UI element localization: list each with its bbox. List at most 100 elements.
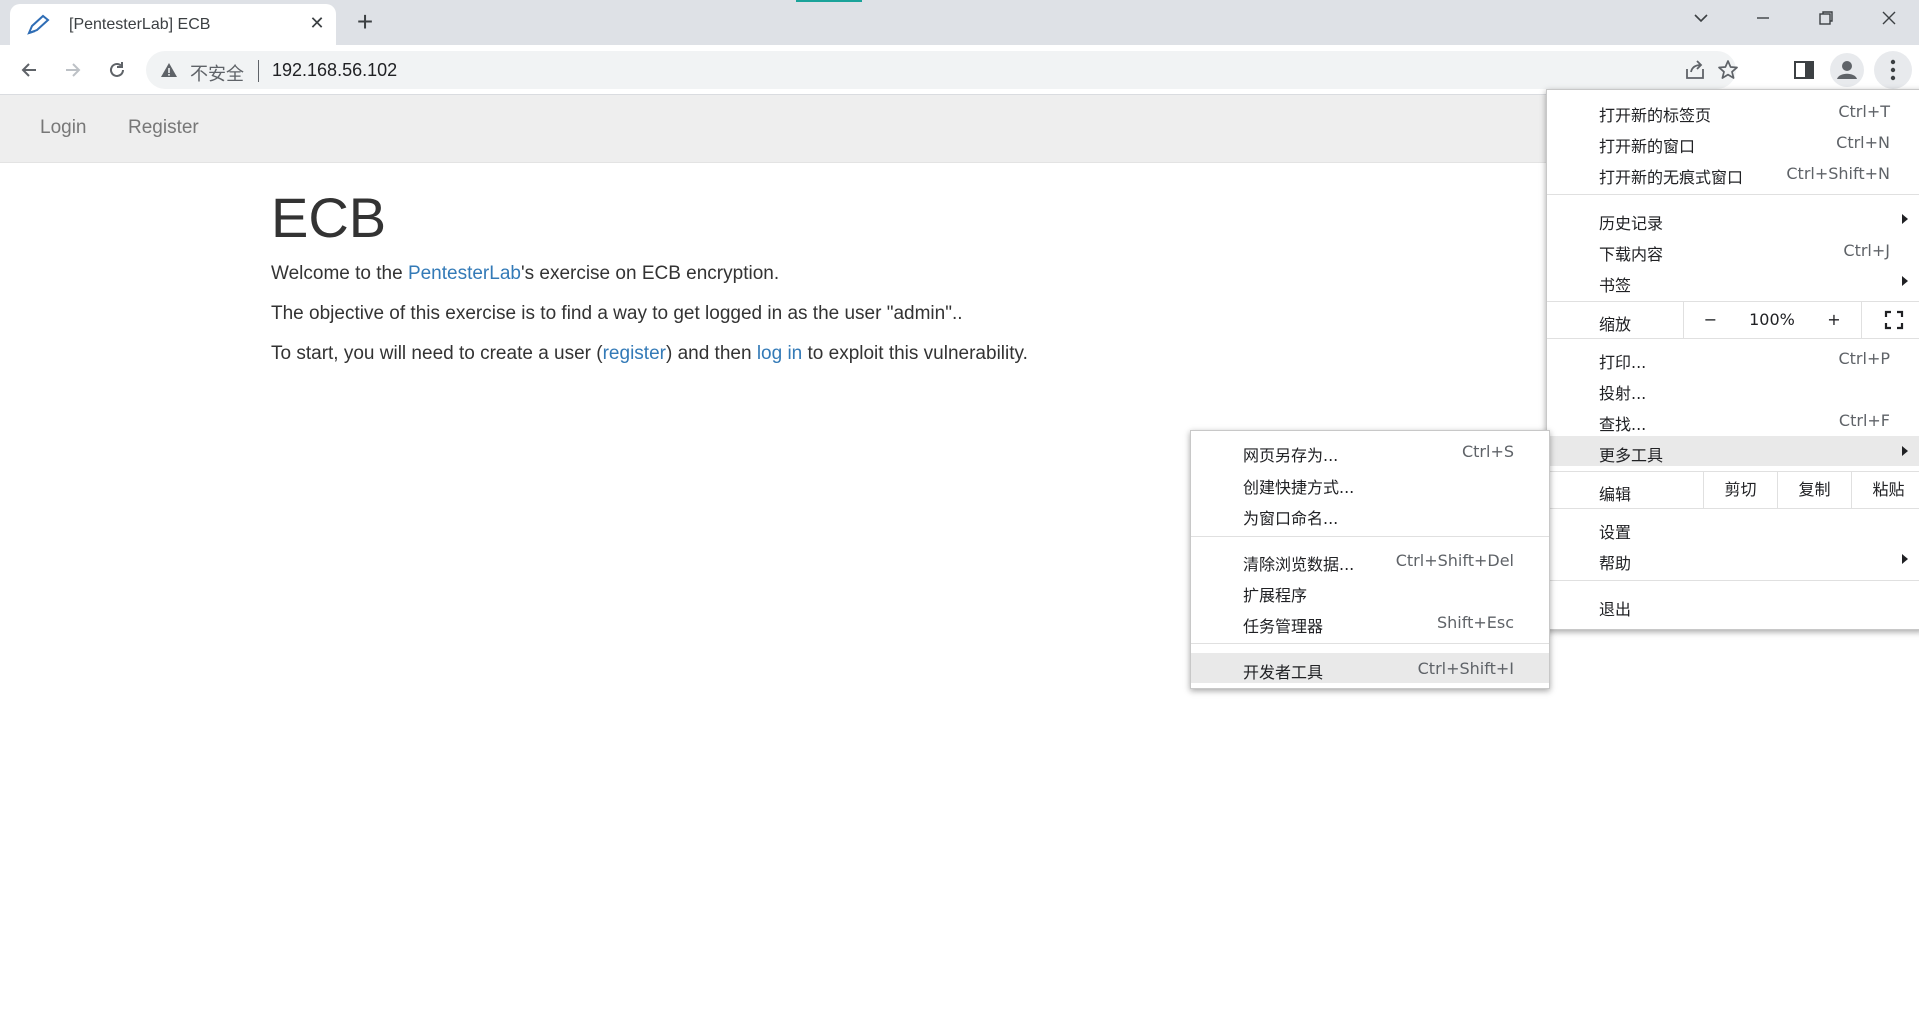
menu-item-label: 编辑 bbox=[1599, 485, 1632, 504]
menu-new-window[interactable]: 打开新的窗口 Ctrl+N bbox=[1547, 127, 1919, 157]
browser-toolbar: 不安全 192.168.56.102 bbox=[0, 45, 1919, 95]
zoom-level: 100% bbox=[1749, 310, 1795, 329]
menu-divider bbox=[1191, 536, 1549, 537]
submenu-arrow-icon bbox=[1902, 554, 1908, 564]
submenu-dev-tools[interactable]: 开发者工具 Ctrl+Shift+I bbox=[1191, 653, 1549, 683]
menu-item-label: 扩展程序 bbox=[1243, 586, 1308, 605]
share-icon[interactable] bbox=[1683, 59, 1709, 83]
intro-text-end: 's exercise on ECB encryption. bbox=[520, 263, 780, 284]
close-window-icon[interactable] bbox=[1871, 6, 1907, 34]
tab-strip: [PentesterLab] ECB ✕ + bbox=[0, 0, 1919, 45]
submenu-arrow-icon bbox=[1902, 276, 1908, 286]
menu-settings[interactable]: 设置 bbox=[1547, 513, 1919, 543]
menu-shortcut: Ctrl+Shift+Del bbox=[1395, 551, 1514, 570]
menu-item-label: 退出 bbox=[1599, 600, 1632, 619]
submenu-arrow-icon bbox=[1902, 446, 1908, 456]
pencil-favicon-icon bbox=[26, 14, 52, 36]
menu-divider bbox=[1547, 508, 1919, 509]
menu-item-label: 创建快捷方式... bbox=[1243, 478, 1355, 497]
menu-divider bbox=[1547, 338, 1919, 339]
instructions-text-end: to exploit this vulnerability. bbox=[802, 343, 1028, 364]
back-icon[interactable] bbox=[13, 54, 45, 86]
menu-item-label: 设置 bbox=[1599, 523, 1632, 542]
instructions-text-start: To start, you will need to create a user… bbox=[271, 343, 603, 364]
menu-exit[interactable]: 退出 bbox=[1547, 590, 1919, 620]
instructions-text-middle: ) and then bbox=[665, 343, 757, 364]
tab-close-icon[interactable]: ✕ bbox=[306, 13, 328, 35]
page-content: ECB Welcome to the PentesterLab's exerci… bbox=[271, 185, 1371, 364]
menu-item-label: 历史记录 bbox=[1599, 214, 1664, 233]
pentesterlab-link[interactable]: PentesterLab bbox=[408, 263, 521, 284]
tab-active[interactable]: [PentesterLab] ECB ✕ bbox=[10, 4, 336, 45]
menu-shortcut: Ctrl+Shift+N bbox=[1786, 164, 1890, 183]
more-tools-submenu: 网页另存为... Ctrl+S 创建快捷方式... 为窗口命名... 清除浏览数… bbox=[1190, 430, 1550, 689]
warning-icon[interactable] bbox=[160, 61, 178, 79]
menu-item-label: 打开新的标签页 bbox=[1599, 106, 1712, 125]
profile-avatar-icon[interactable] bbox=[1830, 53, 1864, 87]
menu-item-label: 更多工具 bbox=[1599, 446, 1664, 465]
menu-item-label: 开发者工具 bbox=[1243, 663, 1324, 682]
new-tab-icon[interactable]: + bbox=[350, 8, 380, 37]
menu-shortcut: Ctrl+P bbox=[1838, 349, 1890, 368]
side-panel-icon[interactable] bbox=[1788, 54, 1820, 86]
menu-help[interactable]: 帮助 bbox=[1547, 544, 1919, 574]
submenu-task-manager[interactable]: 任务管理器 Shift+Esc bbox=[1191, 607, 1549, 637]
address-bar[interactable]: 不安全 192.168.56.102 bbox=[146, 51, 1738, 89]
submenu-create-shortcut[interactable]: 创建快捷方式... bbox=[1191, 468, 1549, 498]
tab-title: [PentesterLab] ECB bbox=[69, 16, 211, 33]
intro-text-start: Welcome to the bbox=[271, 263, 408, 284]
submenu-name-window[interactable]: 为窗口命名... bbox=[1191, 499, 1549, 529]
menu-edit-row: 编辑 剪切 复制 粘贴 bbox=[1547, 472, 1919, 508]
menu-cast[interactable]: 投射... bbox=[1547, 374, 1919, 404]
menu-new-incognito[interactable]: 打开新的无痕式窗口 Ctrl+Shift+N bbox=[1547, 158, 1919, 188]
fullscreen-icon[interactable] bbox=[1861, 302, 1919, 338]
menu-item-label: 清除浏览数据... bbox=[1243, 555, 1355, 574]
submenu-extensions[interactable]: 扩展程序 bbox=[1191, 576, 1549, 606]
nav-login-link[interactable]: Login bbox=[40, 117, 87, 139]
menu-more-tools[interactable]: 更多工具 bbox=[1547, 436, 1919, 466]
menu-item-label: 网页另存为... bbox=[1243, 446, 1339, 465]
menu-zoom-row: 缩放 − 100% + bbox=[1547, 302, 1919, 338]
edit-paste-button[interactable]: 粘贴 bbox=[1851, 472, 1919, 508]
menu-divider bbox=[1191, 643, 1549, 644]
submenu-clear-data[interactable]: 清除浏览数据... Ctrl+Shift+Del bbox=[1191, 545, 1549, 575]
menu-item-label: 查找... bbox=[1599, 415, 1647, 434]
menu-shortcut: Ctrl+Shift+I bbox=[1417, 659, 1514, 678]
security-status-label[interactable]: 不安全 bbox=[190, 60, 244, 86]
star-bookmark-icon[interactable] bbox=[1717, 59, 1743, 83]
menu-item-label: 打印... bbox=[1599, 353, 1647, 372]
page-title: ECB bbox=[271, 186, 387, 249]
menu-bookmarks[interactable]: 书签 bbox=[1547, 266, 1919, 296]
submenu-save-page[interactable]: 网页另存为... Ctrl+S bbox=[1191, 436, 1549, 466]
menu-downloads[interactable]: 下载内容 Ctrl+J bbox=[1547, 235, 1919, 265]
reload-icon[interactable] bbox=[101, 54, 133, 86]
edit-cut-button[interactable]: 剪切 bbox=[1703, 472, 1777, 508]
forward-icon[interactable] bbox=[57, 54, 89, 86]
address-url[interactable]: 192.168.56.102 bbox=[272, 60, 397, 81]
restore-icon[interactable] bbox=[1808, 6, 1844, 34]
tab-loading-indicator bbox=[796, 0, 862, 2]
browser-main-menu: 打开新的标签页 Ctrl+T 打开新的窗口 Ctrl+N 打开新的无痕式窗口 C… bbox=[1546, 89, 1919, 630]
intro-paragraph: Welcome to the PentesterLab's exercise o… bbox=[271, 263, 779, 285]
menu-item-label: 打开新的窗口 bbox=[1599, 137, 1696, 156]
menu-item-label: 书签 bbox=[1599, 276, 1632, 295]
zoom-out-button[interactable]: − bbox=[1683, 302, 1737, 338]
register-link[interactable]: register bbox=[603, 343, 666, 364]
menu-new-tab[interactable]: 打开新的标签页 Ctrl+T bbox=[1547, 96, 1919, 126]
menu-item-label: 投射... bbox=[1599, 384, 1647, 403]
browser-menu-icon[interactable] bbox=[1874, 51, 1912, 89]
menu-shortcut: Ctrl+N bbox=[1836, 133, 1890, 152]
nav-register-link[interactable]: Register bbox=[128, 117, 199, 139]
minimize-icon[interactable] bbox=[1745, 6, 1781, 34]
instructions-paragraph: To start, you will need to create a user… bbox=[271, 343, 1028, 365]
menu-find[interactable]: 查找... Ctrl+F bbox=[1547, 405, 1919, 435]
menu-divider bbox=[1547, 580, 1919, 581]
menu-history[interactable]: 历史记录 bbox=[1547, 204, 1919, 234]
login-link[interactable]: log in bbox=[757, 343, 802, 364]
zoom-in-button[interactable]: + bbox=[1807, 302, 1861, 338]
menu-item-label: 打开新的无痕式窗口 bbox=[1599, 168, 1744, 187]
tab-search-chevron-icon[interactable] bbox=[1683, 6, 1719, 34]
edit-copy-button[interactable]: 复制 bbox=[1777, 472, 1851, 508]
menu-item-label: 为窗口命名... bbox=[1243, 509, 1339, 528]
menu-print[interactable]: 打印... Ctrl+P bbox=[1547, 343, 1919, 373]
